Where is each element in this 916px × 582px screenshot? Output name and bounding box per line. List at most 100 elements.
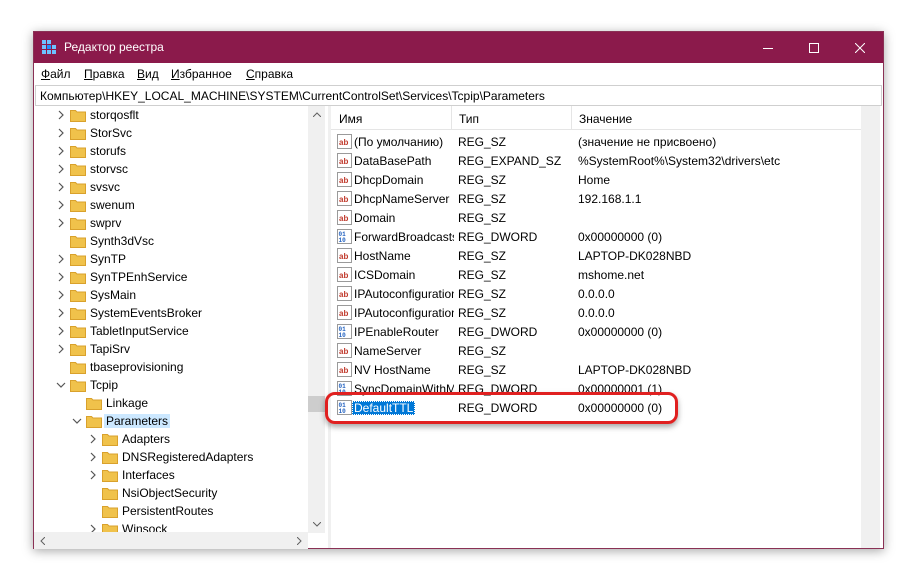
menu-view[interactable]: Вид (137, 67, 159, 81)
maximize-button[interactable] (791, 32, 837, 63)
key-tree[interactable]: storqosflt StorSvc storufs storvsc svsvc swen… (34, 106, 326, 548)
column-separator[interactable] (571, 106, 572, 130)
close-icon (855, 42, 865, 53)
column-type[interactable]: Тип (459, 112, 479, 126)
chevron-right-icon[interactable] (56, 146, 66, 156)
menu-file[interactable]: Файл (41, 67, 71, 81)
value-name: Domain (354, 211, 396, 225)
list-vertical-scrollbar[interactable] (861, 106, 880, 548)
value-row[interactable]: ab NameServer REG_SZ (331, 341, 861, 360)
tree-item-label: storqosflt (90, 108, 139, 122)
tree-item[interactable]: Parameters (34, 412, 306, 430)
tree-vertical-scrollbar[interactable] (308, 106, 325, 533)
value-row[interactable]: ab IPAutoconfigurationMask REG_SZ 0.0.0.0 (331, 284, 861, 303)
scroll-up-button[interactable] (308, 106, 325, 123)
menu-edit[interactable]: Правка (84, 67, 125, 81)
tree-item[interactable]: SynTPEnhService (34, 268, 306, 286)
chevron-right-icon[interactable] (88, 434, 98, 444)
tree-item[interactable]: swprv (34, 214, 306, 232)
folder-icon (70, 200, 86, 212)
value-type: REG_EXPAND_SZ (458, 154, 562, 168)
tree-item[interactable]: Tcpip (34, 376, 306, 394)
value-name: ForwardBroadcasts (354, 230, 454, 244)
column-value[interactable]: Значение (579, 112, 632, 126)
tree-item[interactable]: storqosflt (34, 106, 306, 124)
scrollbar-thumb[interactable] (308, 396, 325, 412)
column-separator[interactable] (451, 106, 452, 130)
value-row[interactable]: ab DataBasePath REG_EXPAND_SZ %SystemRoot%\… (331, 151, 861, 170)
chevron-right-icon[interactable] (88, 452, 98, 462)
scroll-down-button[interactable] (308, 516, 325, 533)
tree-item[interactable]: storvsc (34, 160, 306, 178)
value-value: 0x00000000 (0) (578, 230, 663, 244)
menu-help[interactable]: Справка (246, 67, 293, 81)
chevron-right-icon[interactable] (56, 182, 66, 192)
chevron-down-icon[interactable] (72, 416, 82, 426)
chevron-right-icon[interactable] (56, 128, 66, 138)
tree-item[interactable]: tbaseprovisioning (34, 358, 306, 376)
string-value-icon: ab (337, 153, 352, 168)
close-button[interactable] (837, 32, 883, 63)
chevron-right-icon[interactable] (56, 254, 66, 264)
chevron-up-icon (312, 112, 321, 117)
address-bar[interactable]: Компьютер\HKEY_LOCAL_MACHINE\SYSTEM\Curr… (35, 85, 882, 106)
tree-item[interactable]: TabletInputService (34, 322, 306, 340)
value-row[interactable]: ab Domain REG_SZ (331, 208, 861, 227)
tree-item[interactable]: PersistentRoutes (34, 502, 306, 520)
tree-item[interactable]: DNSRegisteredAdapters (34, 448, 306, 466)
value-row[interactable]: ab HostName REG_SZ LAPTOP-DK028NBD (331, 246, 861, 265)
value-name: HostName (354, 249, 411, 263)
tree-item[interactable]: svsvc (34, 178, 306, 196)
chevron-right-icon[interactable] (56, 326, 66, 336)
tree-item[interactable]: Adapters (34, 430, 306, 448)
value-row[interactable]: ab DhcpNameServer REG_SZ 192.168.1.1 (331, 189, 861, 208)
chevron-down-icon[interactable] (56, 380, 66, 390)
value-name: NV HostName (354, 363, 431, 377)
chevron-right-icon[interactable] (56, 344, 66, 354)
tree-item[interactable]: NsiObjectSecurity (34, 484, 306, 502)
tree-item[interactable]: SynTP (34, 250, 306, 268)
scroll-left-button[interactable] (34, 532, 51, 549)
value-row[interactable]: 01 10 IPEnableRouter REG_DWORD 0x00000000 (0… (331, 322, 861, 341)
tree-item[interactable]: swenum (34, 196, 306, 214)
chevron-right-icon[interactable] (56, 200, 66, 210)
tree-item[interactable]: SysMain (34, 286, 306, 304)
tree-item[interactable]: TapiSrv (34, 340, 306, 358)
value-type: REG_SZ (458, 211, 507, 225)
value-row[interactable]: 01 10 ForwardBroadcasts REG_DWORD 0x00000000… (331, 227, 861, 246)
tree-item[interactable]: Interfaces (34, 466, 306, 484)
value-type: REG_SZ (458, 344, 507, 358)
value-name: IPAutoconfigurationMask (354, 287, 454, 301)
scroll-right-button[interactable] (291, 532, 308, 549)
tree-item[interactable]: Linkage (34, 394, 306, 412)
tree-item[interactable]: SystemEventsBroker (34, 304, 306, 322)
value-row[interactable]: ab NV HostName REG_SZ LAPTOP-DK028NBD (331, 360, 861, 379)
column-name[interactable]: Имя (339, 112, 362, 126)
chevron-right-icon[interactable] (56, 110, 66, 120)
value-type: REG_SZ (458, 192, 507, 206)
tree-item[interactable]: storufs (34, 142, 306, 160)
registry-editor-window: Редактор реестра Файл Правка Вид Избранн… (33, 31, 884, 549)
tree-horizontal-scrollbar[interactable] (34, 532, 308, 549)
value-value: 0.0.0.0 (578, 287, 615, 301)
chevron-right-icon[interactable] (56, 218, 66, 228)
chevron-right-icon[interactable] (56, 272, 66, 282)
tree-item[interactable]: Synth3dVsc (34, 232, 306, 250)
menu-favorites[interactable]: Избранное (171, 67, 232, 81)
value-value: 192.168.1.1 (578, 192, 642, 206)
value-row[interactable]: ab ICSDomain REG_SZ mshome.net (331, 265, 861, 284)
value-row[interactable]: ab (По умолчанию) REG_SZ (значение не присв… (331, 132, 861, 151)
tree-item-label: SystemEventsBroker (90, 306, 203, 320)
svg-text:10: 10 (339, 332, 347, 339)
title-bar[interactable]: Редактор реестра (34, 32, 883, 63)
value-row[interactable]: ab IPAutoconfigurationSubnet REG_SZ 0.0.0.0 (331, 303, 861, 322)
minimize-button[interactable] (745, 32, 791, 63)
chevron-right-icon[interactable] (56, 290, 66, 300)
tree-item[interactable]: StorSvc (34, 124, 306, 142)
chevron-right-icon[interactable] (56, 164, 66, 174)
chevron-right-icon[interactable] (56, 308, 66, 318)
value-type: REG_SZ (458, 173, 507, 187)
values-list[interactable]: Имя Тип Значение ab (По умолчанию) REG_SZ (… (331, 106, 883, 548)
chevron-right-icon[interactable] (88, 470, 98, 480)
value-row[interactable]: ab DhcpDomain REG_SZ Home (331, 170, 861, 189)
